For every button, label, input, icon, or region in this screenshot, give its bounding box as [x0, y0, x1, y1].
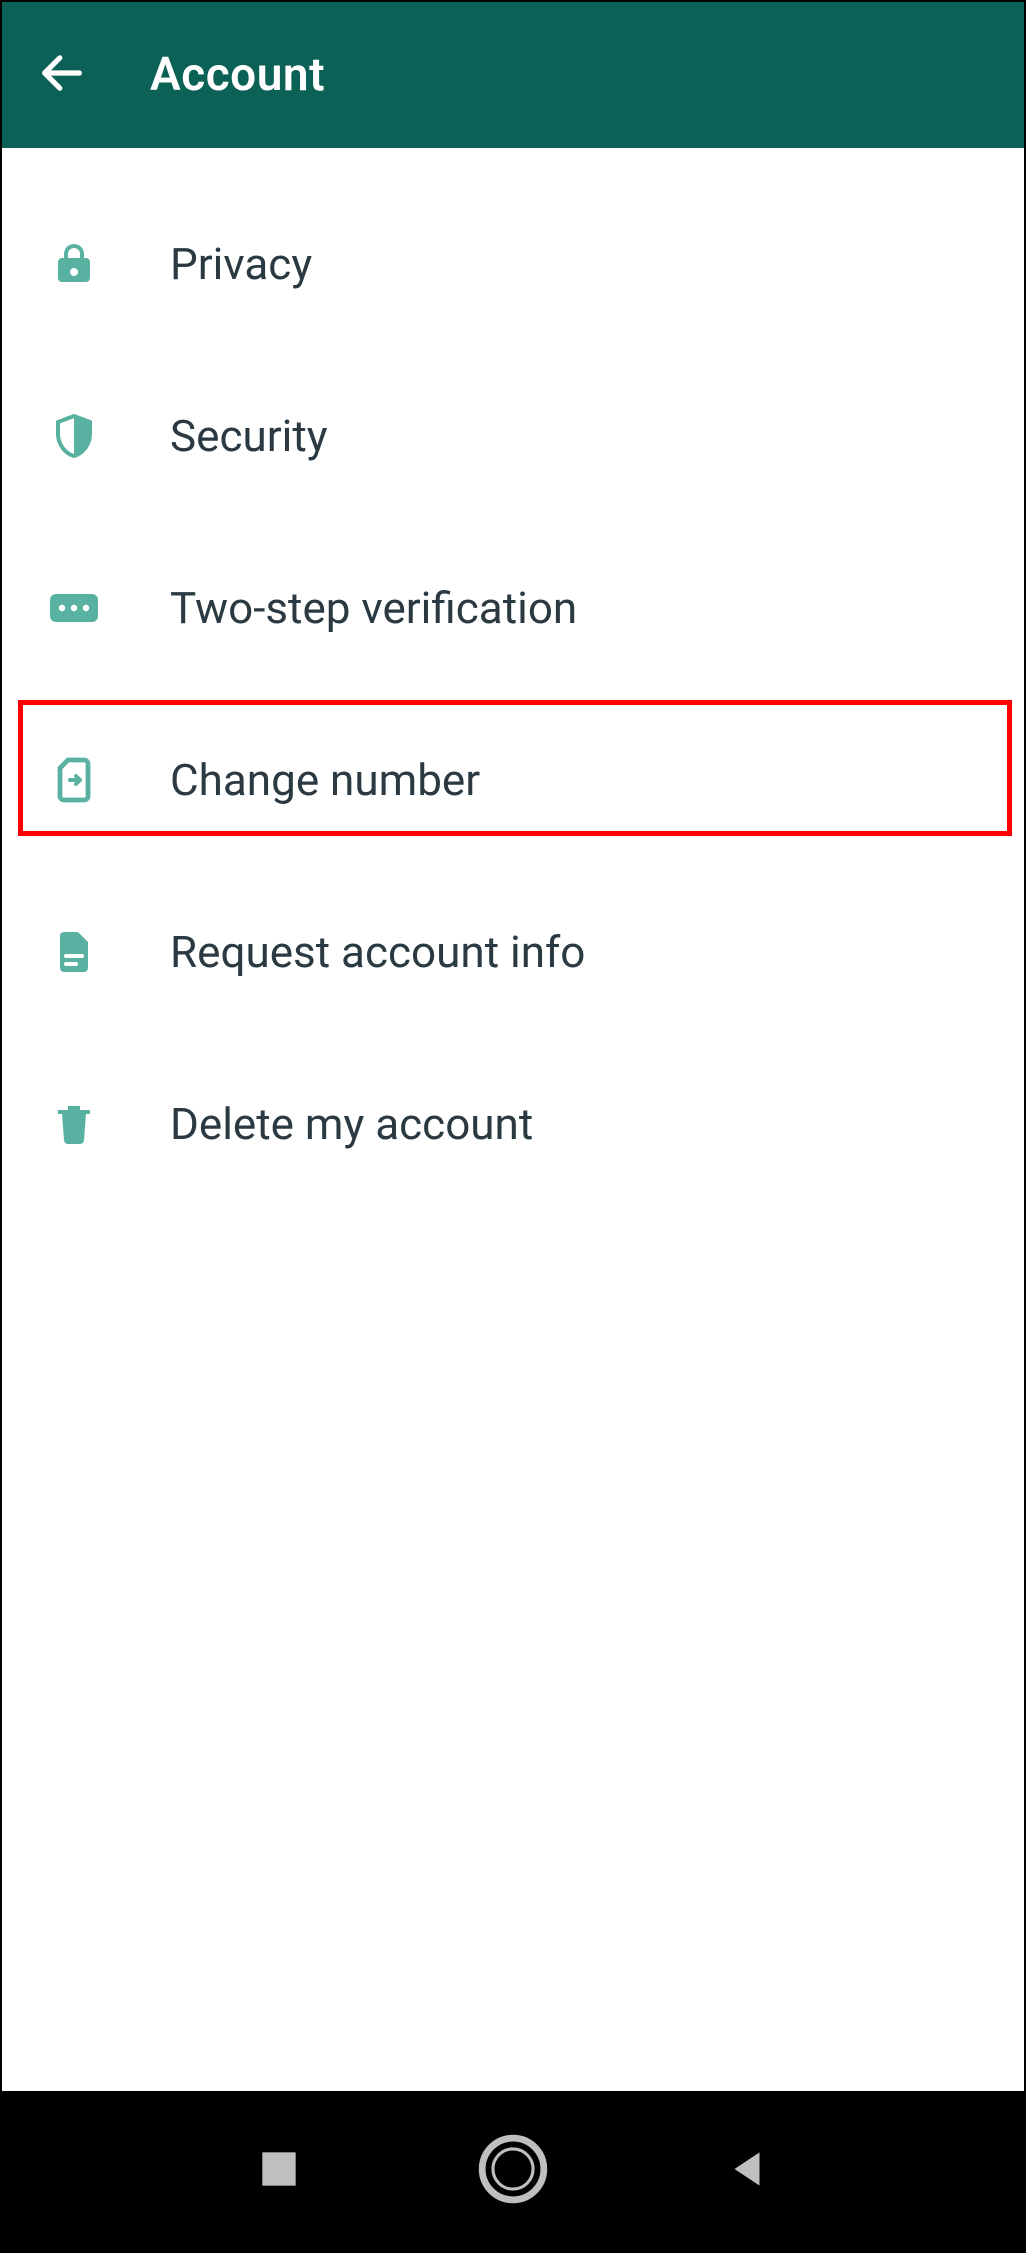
- settings-item-label: Request account info: [170, 926, 585, 978]
- back-button[interactable]: [26, 39, 98, 111]
- android-nav-bar: [2, 2091, 1024, 2251]
- arrow-left-icon: [36, 47, 88, 103]
- settings-item-label: Delete my account: [170, 1098, 533, 1150]
- settings-item-label: Privacy: [170, 238, 312, 290]
- app-bar: Account: [2, 2, 1024, 148]
- trash-icon: [44, 1100, 104, 1148]
- document-icon: [44, 928, 104, 976]
- shield-icon: [44, 412, 104, 460]
- page-title: Account: [150, 48, 325, 102]
- settings-list: Privacy Security Two-step verification C…: [2, 148, 1024, 1210]
- account-settings-screen: Account Privacy Security Two-step verifi…: [0, 0, 1026, 2253]
- square-icon: [254, 2144, 304, 2198]
- settings-item-delete-account[interactable]: Delete my account: [2, 1038, 1024, 1210]
- triangle-left-icon: [722, 2144, 772, 2198]
- settings-item-security[interactable]: Security: [2, 350, 1024, 522]
- lock-icon: [44, 240, 104, 288]
- settings-item-request-info[interactable]: Request account info: [2, 866, 1024, 1038]
- nav-recent-button[interactable]: [234, 2126, 324, 2216]
- settings-item-privacy[interactable]: Privacy: [2, 178, 1024, 350]
- settings-item-label: Security: [170, 410, 328, 462]
- settings-item-label: Change number: [170, 754, 480, 806]
- nav-home-button[interactable]: [468, 2126, 558, 2216]
- settings-item-two-step[interactable]: Two-step verification: [2, 522, 1024, 694]
- sim-change-icon: [44, 756, 104, 804]
- settings-item-change-number[interactable]: Change number: [2, 694, 1024, 866]
- nav-back-button[interactable]: [702, 2126, 792, 2216]
- settings-item-label: Two-step verification: [170, 582, 577, 634]
- password-dots-icon: [44, 584, 104, 632]
- circle-icon: [476, 2132, 550, 2210]
